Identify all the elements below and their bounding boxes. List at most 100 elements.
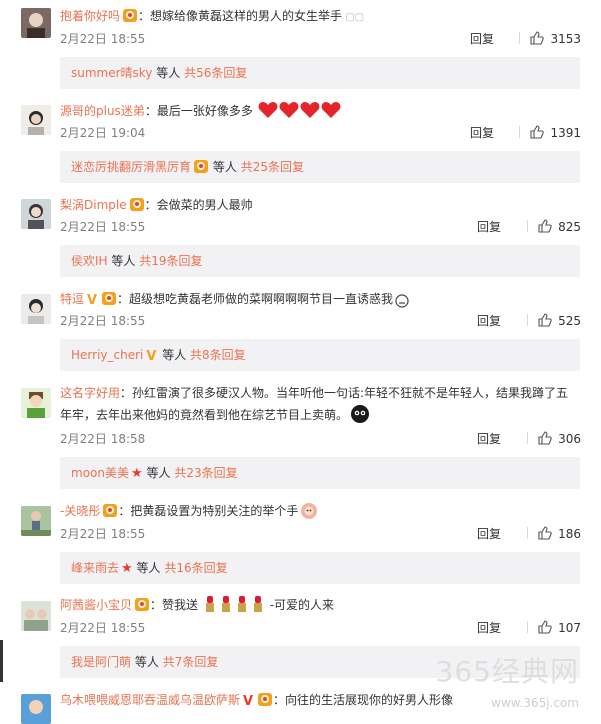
black-face-emoji-icon xyxy=(348,405,370,423)
face-emoji-icon xyxy=(393,292,409,308)
like-button[interactable]: 306 xyxy=(517,429,581,449)
sub-replies-bar[interactable]: 侯欢IH 等人 共19条回复 xyxy=(60,245,580,277)
thumbs-up-icon xyxy=(538,526,552,540)
sub-others-text: 等人 xyxy=(136,561,161,575)
comment-time: 2月22日 18:58 xyxy=(60,432,146,446)
avatar[interactable] xyxy=(21,105,51,135)
sub-reply-total[interactable]: 共8条回复 xyxy=(190,348,246,362)
sub-reply-total[interactable]: 共56条回复 xyxy=(184,66,247,80)
sub-others-text: 等人 xyxy=(134,655,159,669)
like-button[interactable]: 186 xyxy=(517,524,581,544)
avatar[interactable] xyxy=(21,294,51,324)
thumbs-up-icon xyxy=(538,219,552,233)
verified-v-icon: V xyxy=(146,349,157,364)
divider xyxy=(527,621,529,633)
reply-button[interactable]: 回复 xyxy=(477,217,501,237)
sub-reply-total[interactable]: 共23条回复 xyxy=(174,466,237,480)
sub-replies-bar[interactable]: moon美美 ★ 等人 共23条回复 xyxy=(60,457,580,489)
member-badge-icon xyxy=(129,198,144,211)
comment-username[interactable]: -关晓彤 xyxy=(60,504,100,518)
like-button[interactable]: 3153 xyxy=(509,29,581,49)
comment-text: ：超级想吃黄磊老师做的菜啊啊啊啊节目一直诱惑我 xyxy=(117,292,394,306)
sub-replies-bar[interactable]: Herriy_cheri V 等人 共8条回复 xyxy=(60,339,580,371)
sub-others-text: 等人 xyxy=(146,466,171,480)
sub-replies-bar[interactable]: summer晴sky 等人 共56条回复 xyxy=(60,57,580,89)
watermark-logo: 365经典网 xyxy=(435,655,579,688)
comment-text: ：向往的生活展现你的好男人形像 xyxy=(273,693,454,707)
sub-reply-total[interactable]: 共7条回复 xyxy=(163,655,219,669)
comment-time: 2月22日 18:55 xyxy=(60,32,146,46)
watermark-url: www.365j.com xyxy=(491,696,579,710)
sub-others-text: 等人 xyxy=(162,348,187,362)
comment-text: ：把黄磊设置为特别关注的举个手 xyxy=(118,504,299,518)
comment-username[interactable]: 这名字好用 xyxy=(60,386,120,400)
thumbs-up-icon xyxy=(538,313,552,327)
like-count: 525 xyxy=(558,314,581,328)
sub-reply-username[interactable]: summer晴sky xyxy=(71,66,152,80)
sub-reply-username[interactable]: Herriy_cheri xyxy=(71,348,143,362)
reply-button[interactable]: 回复 xyxy=(477,311,501,331)
star-badge-icon: ★ xyxy=(121,561,133,576)
sub-reply-username[interactable]: 峰来雨去 xyxy=(71,561,119,575)
star-badge-icon: ★ xyxy=(130,466,143,481)
comment-text: ：赞我送 xyxy=(150,598,199,612)
reply-button[interactable]: 回复 xyxy=(477,429,501,449)
comment-text: ：想嫁给像黄磊这样的男人的女生举手 xyxy=(138,9,343,23)
member-badge-icon xyxy=(258,693,273,706)
left-edge-bar xyxy=(0,640,3,682)
like-button[interactable]: 1391 xyxy=(509,123,581,143)
like-button[interactable]: 825 xyxy=(517,217,581,237)
divider xyxy=(527,220,529,232)
comment-time: 2月22日 18:55 xyxy=(60,621,146,635)
like-count: 3153 xyxy=(550,32,581,46)
avatar[interactable] xyxy=(21,694,51,724)
avatar[interactable] xyxy=(21,601,51,631)
like-button[interactable]: 107 xyxy=(517,618,581,638)
divider xyxy=(519,32,521,44)
reply-button[interactable]: 回复 xyxy=(477,618,501,638)
sub-others-text: 等人 xyxy=(111,254,136,268)
sub-reply-username[interactable]: 侯欢IH xyxy=(71,254,108,268)
flower-emoji-icon xyxy=(298,503,318,519)
reply-button[interactable]: 回复 xyxy=(477,524,501,544)
divider xyxy=(519,126,521,138)
lipstick-emoji-icons xyxy=(202,596,270,612)
member-badge-icon xyxy=(102,292,117,305)
comment-text: ：最后一张好像多多 xyxy=(144,104,253,118)
comment-username[interactable]: 特逗 xyxy=(60,292,84,306)
divider xyxy=(527,314,529,326)
avatar[interactable] xyxy=(21,506,51,536)
thumbs-up-icon xyxy=(538,431,552,445)
avatar[interactable] xyxy=(21,388,51,418)
like-count: 186 xyxy=(558,527,581,541)
sub-replies-bar[interactable]: 迷恋厉挑翻厉滑黑厉育 等人 共25条回复 xyxy=(60,151,580,183)
verified-v-icon: V xyxy=(87,293,98,308)
comment-username[interactable]: 源哥的plus迷弟 xyxy=(60,104,145,118)
like-count: 306 xyxy=(558,432,581,446)
sub-reply-total[interactable]: 共25条回复 xyxy=(241,160,304,174)
comment-text: ：会做菜的男人最帅 xyxy=(144,198,253,212)
sub-others-text: 等人 xyxy=(156,66,181,80)
like-count: 1391 xyxy=(550,126,581,140)
comment-username[interactable]: 乌木喂喂威恩耶吞温威乌温欧萨斯 xyxy=(60,693,240,707)
reply-button[interactable]: 回复 xyxy=(470,29,494,49)
comment-username[interactable]: 抱着你好吗 xyxy=(60,9,120,23)
comment-username[interactable]: 梨涡Dimple xyxy=(60,198,127,212)
like-button[interactable]: 525 xyxy=(517,311,581,331)
comment-text-after: -可爱的人来 xyxy=(269,598,335,612)
sub-replies-bar[interactable]: 峰来雨去 ★ 等人 共16条回复 xyxy=(60,552,580,584)
reply-button[interactable]: 回复 xyxy=(470,123,494,143)
sub-reply-total[interactable]: 共19条回复 xyxy=(139,254,202,268)
sub-reply-username[interactable]: moon美美 xyxy=(71,466,129,480)
comment-text: ：孙红雷演了很多硬汉人物。当年听他一句话:年轻不狂就不是年轻人，结果我蹲了五 xyxy=(120,386,569,400)
sub-reply-total[interactable]: 共16条回复 xyxy=(164,561,227,575)
sub-reply-username[interactable]: 我是阿门萌 xyxy=(71,655,131,669)
sub-others-text: 等人 xyxy=(212,160,237,174)
avatar[interactable] xyxy=(21,8,51,38)
divider xyxy=(527,527,529,539)
thumbs-up-icon xyxy=(530,125,545,139)
sub-reply-username[interactable]: 迷恋厉挑翻厉滑黑厉育 xyxy=(71,160,191,174)
comment-username[interactable]: 阿茜酱小宝贝 xyxy=(60,598,132,612)
thumbs-up-icon xyxy=(538,620,552,634)
avatar[interactable] xyxy=(21,199,51,229)
